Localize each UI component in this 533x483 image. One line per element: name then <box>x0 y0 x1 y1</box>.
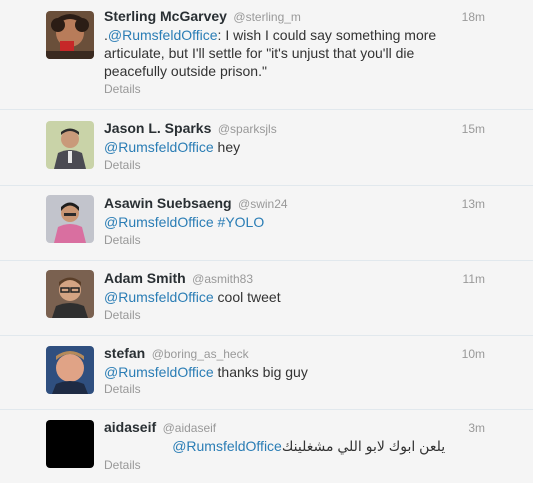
tweet-text: @RumsfeldOffice hey <box>104 139 241 155</box>
tweet-item[interactable]: Jason L. Sparks @sparksjls 15m @Rumsfeld… <box>0 110 533 186</box>
details-link[interactable]: Details <box>104 233 141 247</box>
details-link[interactable]: Details <box>104 158 141 172</box>
avatar[interactable] <box>46 420 94 468</box>
mention-link[interactable]: @RumsfeldOffice <box>104 364 214 380</box>
tweet-item[interactable]: Asawin Suebsaeng @swin24 13m @RumsfeldOf… <box>0 186 533 261</box>
user-handle[interactable]: @aidaseif <box>163 421 217 435</box>
mention-link[interactable]: @RumsfeldOffice <box>104 214 214 230</box>
tweet-item[interactable]: Sterling McGarvey @sterling_m 18m .@Rums… <box>0 0 533 110</box>
user-handle[interactable]: @swin24 <box>238 197 288 211</box>
tweet-timestamp[interactable]: 11m <box>463 272 485 286</box>
tweet-text: @RumsfeldOffice #YOLO <box>104 213 449 231</box>
tweet-text: @RumsfeldOffice thanks big guy <box>104 364 308 380</box>
tweet-timeline: Sterling McGarvey @sterling_m 18m .@Rums… <box>0 0 533 483</box>
tweet-text: @RumsfeldOffice cool tweet <box>104 289 281 305</box>
user-handle[interactable]: @asmith83 <box>192 272 253 286</box>
avatar[interactable] <box>46 11 94 59</box>
tweet-item[interactable]: aidaseif @aidaseif 3m @RumsfeldOffice يل… <box>0 410 533 483</box>
tweet-item[interactable]: stefan @boring_as_heck 10m @RumsfeldOffi… <box>0 336 533 410</box>
mention-link[interactable]: @RumsfeldOffice <box>108 27 218 43</box>
hashtag-link[interactable]: #YOLO <box>218 214 265 230</box>
avatar[interactable] <box>46 346 94 394</box>
user-fullname[interactable]: Adam Smith <box>104 270 186 286</box>
details-link[interactable]: Details <box>104 308 141 322</box>
details-link[interactable]: Details <box>104 458 141 472</box>
tweet-timestamp[interactable]: 3m <box>468 421 485 435</box>
tweet-timestamp[interactable]: 18m <box>462 10 485 24</box>
user-handle[interactable]: @sparksjls <box>218 122 277 136</box>
user-fullname[interactable]: Asawin Suebsaeng <box>104 195 232 211</box>
tweet-timestamp[interactable]: 10m <box>462 347 485 361</box>
avatar[interactable] <box>46 195 94 243</box>
tweet-item[interactable]: Adam Smith @asmith83 11m @RumsfeldOffice… <box>0 261 533 336</box>
mention-link[interactable]: @RumsfeldOffice <box>104 139 214 155</box>
mention-link[interactable]: @RumsfeldOffice <box>104 289 214 305</box>
user-fullname[interactable]: stefan <box>104 345 145 361</box>
tweet-timestamp[interactable]: 13m <box>462 197 485 211</box>
details-link[interactable]: Details <box>104 82 141 96</box>
mention-link[interactable]: @RumsfeldOffice <box>172 438 282 454</box>
user-fullname[interactable]: Jason L. Sparks <box>104 120 211 136</box>
user-handle[interactable]: @sterling_m <box>233 10 301 24</box>
avatar[interactable] <box>46 121 94 169</box>
user-fullname[interactable]: Sterling McGarvey <box>104 8 227 24</box>
tweet-text: @RumsfeldOffice يلعن ابوك لابو اللي مشغل… <box>172 438 449 454</box>
user-handle[interactable]: @boring_as_heck <box>152 347 249 361</box>
tweet-timestamp[interactable]: 15m <box>462 122 485 136</box>
tweet-text: .@RumsfeldOffice: I wish I could say som… <box>104 27 437 79</box>
details-link[interactable]: Details <box>104 382 141 396</box>
user-fullname[interactable]: aidaseif <box>104 419 156 435</box>
avatar[interactable] <box>46 270 94 318</box>
